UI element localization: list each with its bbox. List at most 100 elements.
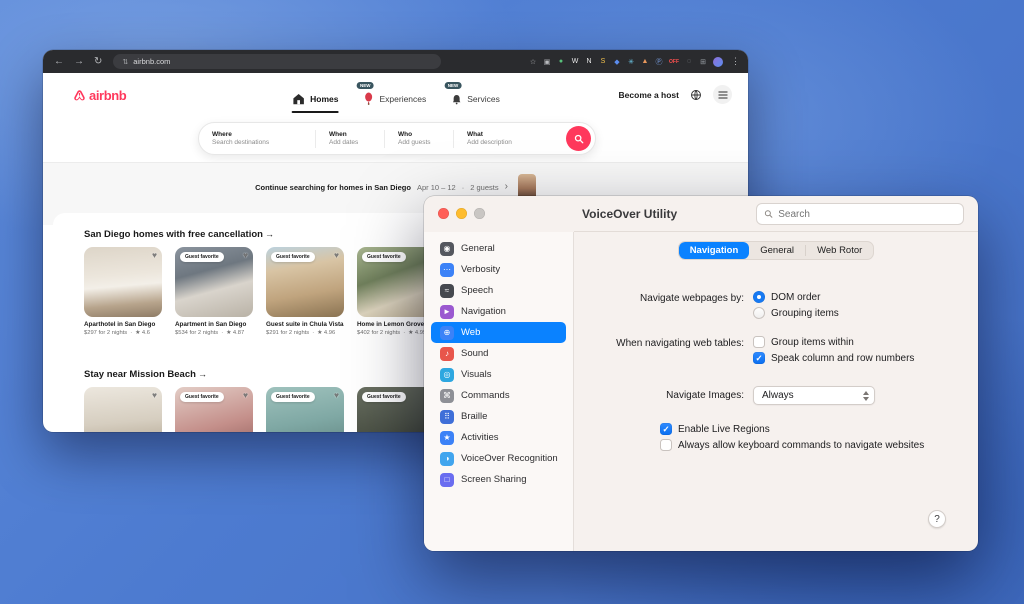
search-input[interactable] xyxy=(778,209,956,220)
search-what-field[interactable]: What Add description xyxy=(454,123,566,154)
checkbox-group-items[interactable]: Group items within xyxy=(753,336,854,348)
airbnb-logo[interactable]: airbnb xyxy=(73,88,126,103)
listing-card[interactable]: ♥ xyxy=(84,387,162,432)
extension-icon[interactable]: Ⓟ xyxy=(655,57,663,67)
radio-button-icon[interactable] xyxy=(753,291,765,303)
extension-icon[interactable]: N xyxy=(585,58,593,65)
sidebar-item-navigation[interactable]: ► Navigation xyxy=(431,301,566,322)
sidebar-item-speech[interactable]: ≈ Speech xyxy=(431,280,566,301)
web-tables-label: When navigating web tables: xyxy=(574,338,744,349)
heart-icon[interactable]: ♥ xyxy=(334,390,339,400)
sidebar-item-activities[interactable]: ★ Activities xyxy=(431,427,566,448)
sidebar-item-voiceover-recognition[interactable]: ◑ VoiceOver Recognition xyxy=(431,448,566,469)
profile-avatar[interactable] xyxy=(713,57,723,67)
nav-tab-homes[interactable]: Homes xyxy=(291,81,338,117)
heart-icon[interactable]: ♥ xyxy=(152,390,157,400)
new-badge: NEW xyxy=(444,82,462,89)
extension-icon[interactable]: ▣ xyxy=(543,58,551,66)
search-where-field[interactable]: Where Search destinations xyxy=(199,123,315,154)
checkbox-icon[interactable] xyxy=(660,439,672,451)
nav-tab-services[interactable]: NEW Services xyxy=(450,81,500,117)
tab-general[interactable]: General xyxy=(749,242,805,259)
section-title-mission-beach[interactable]: Stay near Mission Beach→ xyxy=(84,369,207,380)
heart-icon[interactable]: ♥ xyxy=(243,390,248,400)
extension-icon[interactable]: OFF xyxy=(669,59,679,65)
heart-icon[interactable]: ♥ xyxy=(334,250,339,260)
extension-icon[interactable]: S xyxy=(599,58,607,65)
checkbox-icon[interactable]: ✓ xyxy=(753,352,765,364)
nav-tab-experiences[interactable]: NEW Experiences xyxy=(362,81,426,117)
hamburger-icon xyxy=(718,91,728,99)
listing-photo: Guest favorite ♥ xyxy=(175,247,253,317)
listing-card[interactable]: Guest favorite ♥ Guest suite in Chula Vi… xyxy=(266,247,344,336)
listing-card[interactable]: ♥ Aparthotel in San Diego $297 for 2 nig… xyxy=(84,247,162,336)
browser-reload-button[interactable]: ↻ xyxy=(91,50,105,73)
radio-button-icon[interactable] xyxy=(753,307,765,319)
extension-icon[interactable]: W xyxy=(571,58,579,65)
radio-grouping-items[interactable]: Grouping items xyxy=(753,307,839,319)
close-button[interactable] xyxy=(438,208,449,219)
become-host-link[interactable]: Become a host xyxy=(619,90,679,100)
listing-card[interactable]: Guest favorite ♥ xyxy=(266,387,344,432)
help-button[interactable]: ? xyxy=(928,510,946,528)
airbnb-search-bar: Where Search destinations When Add dates… xyxy=(198,122,596,155)
url-bar[interactable]: ⇅ airbnb.com xyxy=(113,54,441,69)
search-who-field[interactable]: Who Add guests xyxy=(385,123,453,154)
search-when-field[interactable]: When Add dates xyxy=(316,123,384,154)
listing-meta: $291 for 2 nights · ★ 4.96 xyxy=(266,330,344,336)
sidebar-item-screen-sharing[interactable]: □ Screen Sharing xyxy=(431,469,566,490)
extension-icon[interactable]: ◆ xyxy=(613,58,621,66)
checkbox-icon[interactable] xyxy=(753,336,765,348)
general-icon: ◉ xyxy=(440,242,454,256)
sidebar-item-general[interactable]: ◉ General xyxy=(431,238,566,259)
listing-card[interactable]: Guest favorite ♥ xyxy=(175,387,253,432)
sidebar-item-label: Activities xyxy=(461,432,498,443)
zoom-button[interactable] xyxy=(474,208,485,219)
extension-icon[interactable]: ◌ xyxy=(685,58,693,65)
heart-icon[interactable]: ♥ xyxy=(152,250,157,260)
tab-web-rotor[interactable]: Web Rotor xyxy=(806,242,873,259)
listing-name: Aparthotel in San Diego xyxy=(84,321,162,328)
checkbox-enable-live-regions[interactable]: ✓ Enable Live Regions xyxy=(660,423,770,435)
voiceover-titlebar: VoiceOver Utility xyxy=(424,196,978,232)
checkbox-speak-column-row[interactable]: ✓ Speak column and row numbers xyxy=(753,352,914,364)
tab-navigation[interactable]: Navigation xyxy=(679,242,750,259)
sidebar-item-web[interactable]: ⊕ Web xyxy=(431,322,566,343)
dropdown-chevrons-icon xyxy=(858,391,874,401)
voiceover-sidebar: ◉ General ⋯ Verbosity ≈ Speech ► Navigat… xyxy=(424,232,574,551)
extension-icon[interactable]: ✳ xyxy=(627,58,635,66)
browser-forward-button[interactable]: → xyxy=(71,50,87,73)
extension-icon[interactable]: ● xyxy=(557,58,565,65)
heart-icon[interactable]: ♥ xyxy=(243,250,248,260)
listing-card[interactable]: Guest favorite ♥ Apartment in San Diego … xyxy=(175,247,253,336)
navigate-images-dropdown[interactable]: Always xyxy=(753,386,875,405)
voiceover-search-field[interactable] xyxy=(756,203,964,225)
hamburger-menu-button[interactable] xyxy=(713,85,732,104)
globe-icon[interactable] xyxy=(690,89,702,101)
checkbox-label: Enable Live Regions xyxy=(678,424,770,435)
section-title-text: Stay near Mission Beach xyxy=(84,369,196,380)
window-title: VoiceOver Utility xyxy=(582,207,677,221)
bookmark-star-icon[interactable]: ☆ xyxy=(529,58,537,66)
sidebar-item-visuals[interactable]: ◎ Visuals xyxy=(431,364,566,385)
section-title-free-cancellation[interactable]: San Diego homes with free cancellation→ xyxy=(84,229,274,240)
sidebar-item-braille[interactable]: ⠿ Braille xyxy=(431,406,566,427)
command-icon: ⌘ xyxy=(440,389,454,403)
search-field-label: Where xyxy=(212,131,302,138)
browser-menu-icon[interactable]: ⋮ xyxy=(729,56,740,67)
airbnb-header: airbnb Homes NEW Experiences NEW Service… xyxy=(43,73,748,117)
section-title-text: San Diego homes with free cancellation xyxy=(84,229,263,240)
extension-icon[interactable]: ⊞ xyxy=(699,58,707,66)
browser-back-button[interactable]: ← xyxy=(51,50,67,73)
sidebar-item-commands[interactable]: ⌘ Commands xyxy=(431,385,566,406)
sidebar-item-verbosity[interactable]: ⋯ Verbosity xyxy=(431,259,566,280)
navigate-images-label: Navigate Images: xyxy=(574,390,744,401)
sidebar-item-sound[interactable]: ♪ Sound xyxy=(431,343,566,364)
checkbox-icon[interactable]: ✓ xyxy=(660,423,672,435)
checkbox-keyboard-commands[interactable]: Always allow keyboard commands to naviga… xyxy=(660,439,924,451)
minimize-button[interactable] xyxy=(456,208,467,219)
header-right: Become a host xyxy=(619,85,732,104)
radio-dom-order[interactable]: DOM order xyxy=(753,291,820,303)
extension-icon[interactable]: ▲ xyxy=(641,58,649,65)
search-submit-button[interactable] xyxy=(566,126,591,151)
